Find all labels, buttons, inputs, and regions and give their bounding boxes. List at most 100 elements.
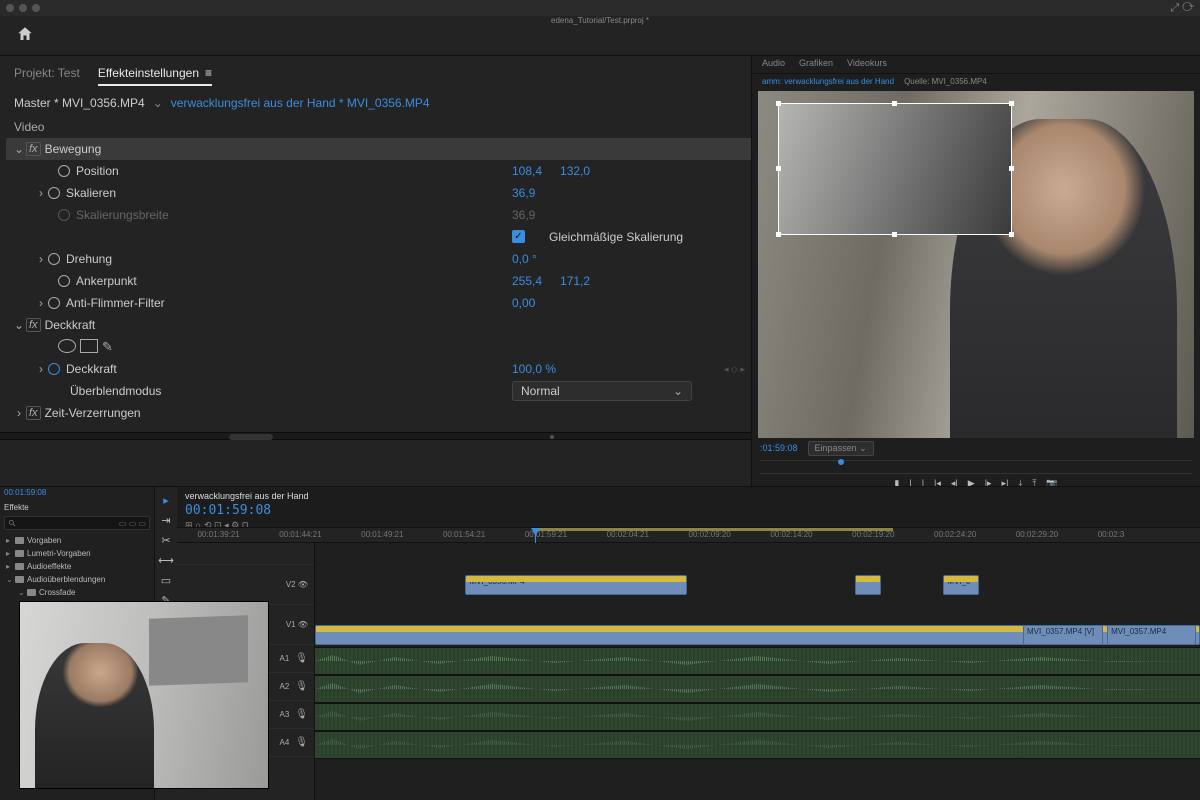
ellipse-mask-icon[interactable] [58, 339, 76, 353]
track-select-tool-icon[interactable]: ⇥ [159, 513, 173, 527]
audio-track[interactable] [315, 731, 1200, 759]
value-drehung[interactable]: 0,0 ° [512, 252, 537, 266]
stopwatch-active-icon[interactable] [48, 363, 60, 375]
effect-controls-panel: Projekt: Test Effekteinstellungen≡ Maste… [0, 56, 752, 486]
value-anker-x[interactable]: 255,4 [512, 274, 542, 288]
transform-handle[interactable] [776, 232, 781, 237]
panel-menu-icon[interactable]: ≡ [205, 66, 212, 80]
video-clip[interactable]: MVI_0357.MP4 [1107, 625, 1196, 645]
twisty-right-icon[interactable]: › [36, 296, 46, 310]
video-clip[interactable] [855, 575, 882, 595]
keyframe-nav[interactable]: ◂ ◇ ▸ [724, 364, 745, 375]
effect-zeit-verzerrungen[interactable]: › fx Zeit-Verzerrungen [6, 402, 751, 424]
chevron-down-icon[interactable]: ⌄ [153, 96, 163, 110]
twisty-right-icon[interactable]: › [36, 362, 46, 376]
folder-icon [15, 576, 24, 583]
fx-badge-icon[interactable]: fx [26, 318, 41, 332]
webcam-presenter [35, 643, 154, 788]
twisty-right-icon[interactable]: › [36, 252, 46, 266]
sequence-name-tab[interactable]: verwacklungsfrei aus der Hand [185, 491, 1192, 501]
transform-handle[interactable] [892, 101, 897, 106]
value-deckkraft[interactable]: 100,0 % [512, 362, 556, 376]
program-sequence-name[interactable]: amm: verwacklungsfrei aus der Hand [762, 77, 894, 86]
video-clip[interactable]: MVI_0357.MP4 [V] [1023, 625, 1103, 645]
audio-track[interactable] [315, 647, 1200, 675]
tab-effects-browser[interactable]: Effekte [0, 501, 154, 514]
timeline-timecode[interactable]: 00:01:59:08 [185, 503, 1192, 518]
rect-mask-icon[interactable] [80, 339, 98, 353]
program-timecode[interactable]: :01:59:08 [760, 443, 798, 453]
prop-skalieren[interactable]: › Skalieren 36,9 [6, 182, 751, 204]
transform-handle[interactable] [1009, 101, 1014, 106]
effect-deckkraft[interactable]: ⌄ fx Deckkraft [6, 314, 751, 336]
value-skalieren[interactable]: 36,9 [512, 186, 535, 200]
stopwatch-icon [58, 209, 70, 221]
ripple-tool-icon[interactable]: ✂ [159, 533, 173, 547]
prop-ankerpunkt[interactable]: Ankerpunkt 255,4 171,2 [6, 270, 751, 292]
selection-tool-icon[interactable]: ▸ [159, 493, 173, 507]
folder-icon [15, 563, 24, 570]
presenter-webcam-overlay [20, 602, 268, 788]
pip-transform-box[interactable] [778, 103, 1012, 235]
workspace-tab-videokurs[interactable]: Videokurs [847, 58, 887, 73]
twisty-right-icon[interactable]: › [14, 406, 24, 420]
panel-divider[interactable] [0, 432, 751, 440]
timeline-tracks[interactable]: MVI_0356.MP4 MVI_0 MVI_0357.MP4 [V] MVI_… [315, 543, 1200, 800]
slip-tool-icon[interactable]: ▭ [159, 573, 173, 587]
twisty-right-icon[interactable]: › [36, 186, 46, 200]
timeline-ruler[interactable]: 00:01:39:21 00:01:44:21 00:01:49:21 00:0… [177, 527, 1200, 543]
titlebar-right-icons[interactable]: ⤢ ⟳ [1170, 2, 1194, 15]
stopwatch-icon[interactable] [58, 165, 70, 177]
tab-effect-settings[interactable]: Effekteinstellungen≡ [98, 62, 212, 86]
playhead-icon[interactable] [838, 459, 844, 465]
prop-uniform-scale[interactable]: ✓ Gleichmäßige Skalierung [6, 226, 751, 248]
tab-project[interactable]: Projekt: Test [14, 62, 80, 86]
transform-handle[interactable] [1009, 166, 1014, 171]
stopwatch-icon[interactable] [48, 187, 60, 199]
stopwatch-icon[interactable] [48, 253, 60, 265]
checkbox-uniform-scale[interactable]: ✓ [512, 230, 525, 243]
transform-handle[interactable] [1009, 232, 1014, 237]
workspace-tab-audio[interactable]: Audio [762, 58, 785, 73]
prop-deckkraft-value[interactable]: › Deckkraft 100,0 % ◂ ◇ ▸ [6, 358, 751, 380]
prop-drehung[interactable]: › Drehung 0,0 ° [6, 248, 751, 270]
effect-bewegung[interactable]: ⌄ fx Bewegung [6, 138, 751, 160]
value-position-y[interactable]: 132,0 [560, 164, 590, 178]
filter-badges[interactable]: ▭ ▭ ▭ [119, 519, 146, 528]
mask-shape-tools: ✎ [6, 336, 751, 358]
value-anker-y[interactable]: 171,2 [560, 274, 590, 288]
pen-mask-icon[interactable]: ✎ [102, 339, 113, 355]
zoom-fit-dropdown[interactable]: Einpassen ⌄ [808, 441, 874, 456]
transform-handle[interactable] [776, 166, 781, 171]
twisty-down-icon[interactable]: ⌄ [14, 142, 24, 156]
stopwatch-icon[interactable] [48, 297, 60, 309]
breadcrumb-master[interactable]: Master * MVI_0356.MP4 [14, 96, 145, 110]
transform-handle[interactable] [892, 232, 897, 237]
program-monitor-panel: Audio Grafiken Videokurs amm: verwacklun… [752, 56, 1200, 486]
razor-tool-icon[interactable]: ⟷ [159, 553, 173, 567]
home-icon[interactable] [16, 25, 34, 46]
effects-search-input[interactable]: ▭ ▭ ▭ [4, 516, 150, 530]
stopwatch-icon[interactable] [58, 275, 70, 287]
breadcrumb-sequence-clip[interactable]: verwacklungsfrei aus der Hand * MVI_0356… [171, 96, 430, 110]
program-scrubber[interactable] [760, 460, 1192, 474]
transform-handle[interactable] [776, 101, 781, 106]
prop-skalierungsbreite: Skalierungsbreite 36,9 [6, 204, 751, 226]
window-traffic-lights[interactable] [6, 4, 40, 12]
prop-position[interactable]: Position 108,4 132,0 [6, 160, 751, 182]
audio-track[interactable] [315, 703, 1200, 731]
twisty-down-icon[interactable]: ⌄ [14, 318, 24, 332]
video-clip[interactable]: MVI_0356.MP4 [465, 575, 686, 595]
value-anti-flimmer[interactable]: 0,00 [512, 296, 535, 310]
audio-track[interactable] [315, 675, 1200, 703]
value-position-x[interactable]: 108,4 [512, 164, 542, 178]
program-monitor-canvas[interactable] [758, 91, 1194, 438]
video-clip[interactable]: MVI_0 [943, 575, 978, 595]
fx-badge-icon[interactable]: fx [26, 406, 41, 420]
blendmode-select[interactable]: Normal [512, 381, 692, 401]
workspace-tab-grafiken[interactable]: Grafiken [799, 58, 833, 73]
source-timecode: 00:01:59:08 [0, 487, 154, 501]
fx-badge-icon[interactable]: fx [26, 142, 41, 156]
prop-blendmode[interactable]: Überblendmodus Normal [6, 380, 751, 402]
prop-anti-flimmer[interactable]: › Anti-Flimmer-Filter 0,00 [6, 292, 751, 314]
